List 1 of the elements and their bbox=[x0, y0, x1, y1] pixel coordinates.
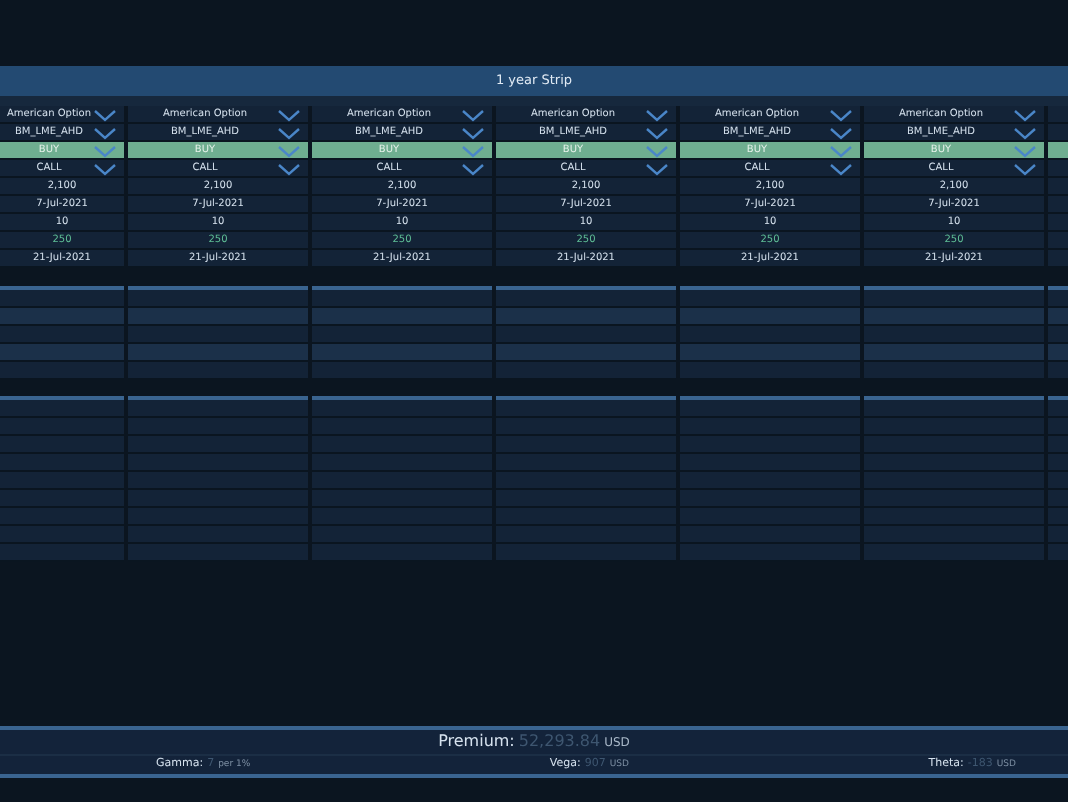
premium-label: Premium: bbox=[438, 730, 515, 754]
